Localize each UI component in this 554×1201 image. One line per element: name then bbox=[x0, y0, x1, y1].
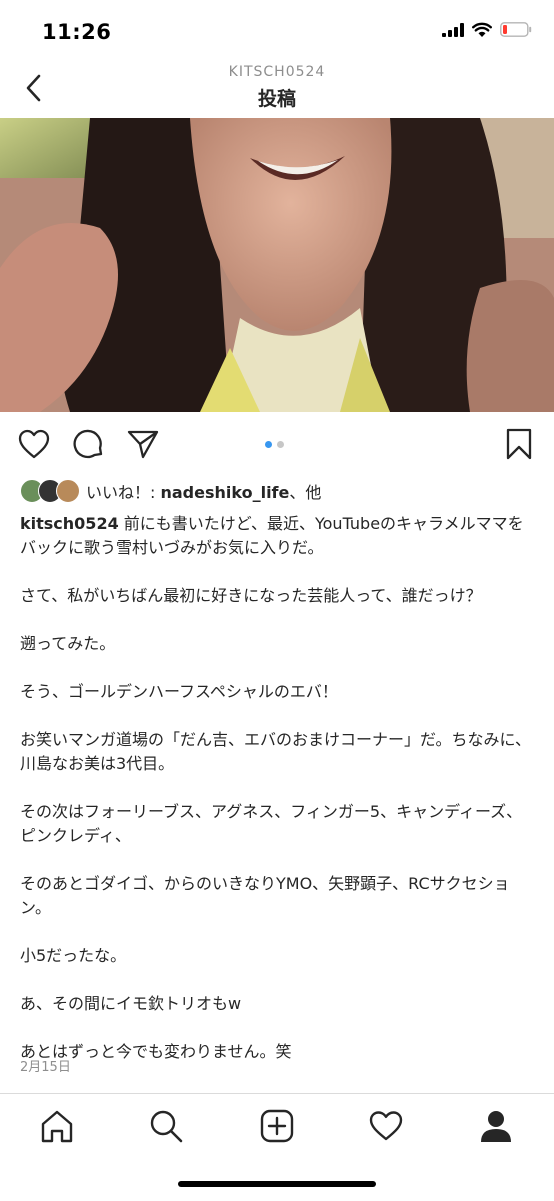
post-action-bar bbox=[0, 424, 554, 468]
status-bar: 11:26 bbox=[0, 0, 554, 60]
carousel-dot-active bbox=[265, 441, 272, 448]
caption-username[interactable]: kitsch0524 bbox=[20, 514, 119, 533]
tab-home[interactable] bbox=[37, 1106, 77, 1146]
likes-text: いいね！: nadeshiko_life、他 bbox=[86, 479, 321, 503]
likes-row[interactable]: いいね！: nadeshiko_life、他 bbox=[20, 478, 321, 504]
tab-new-post[interactable] bbox=[257, 1106, 297, 1146]
battery-icon bbox=[500, 22, 532, 37]
tab-search[interactable] bbox=[146, 1106, 186, 1146]
wifi-icon bbox=[472, 22, 492, 37]
bookmark-icon bbox=[506, 428, 532, 460]
liker-username[interactable]: nadeshiko_life bbox=[160, 483, 289, 502]
home-icon bbox=[41, 1110, 73, 1143]
post-photo-illustration bbox=[0, 118, 554, 412]
liker-avatars bbox=[20, 479, 82, 503]
profile-icon bbox=[481, 1111, 511, 1142]
likes-prefix: いいね！: bbox=[86, 483, 161, 502]
comment-button[interactable] bbox=[71, 424, 107, 464]
add-post-icon bbox=[260, 1109, 294, 1143]
likes-suffix[interactable]: 、他 bbox=[289, 483, 321, 502]
comment-icon bbox=[73, 429, 103, 459]
carousel-dot bbox=[277, 441, 284, 448]
tab-activity[interactable] bbox=[366, 1106, 406, 1146]
share-button[interactable] bbox=[125, 424, 161, 464]
like-button[interactable] bbox=[16, 424, 52, 464]
save-button[interactable] bbox=[501, 424, 537, 464]
activity-heart-icon bbox=[369, 1111, 403, 1141]
carousel-indicator bbox=[265, 441, 284, 448]
post-date: 2月15日 bbox=[20, 1060, 71, 1075]
post-photo[interactable] bbox=[0, 118, 554, 412]
tab-profile[interactable] bbox=[476, 1106, 516, 1146]
post-caption: kitsch0524 前にも書いたけど、最近、YouTubeのキャラメルママをバ… bbox=[20, 512, 536, 1064]
search-icon bbox=[150, 1110, 183, 1143]
page-title: 投稿 bbox=[257, 88, 296, 110]
caption-text: 前にも書いたけど、最近、YouTubeのキャラメルママをバックに歌う雪村いづみが… bbox=[20, 514, 532, 1061]
share-icon bbox=[127, 430, 159, 459]
home-indicator[interactable] bbox=[178, 1181, 376, 1187]
status-time: 11:26 bbox=[42, 20, 112, 44]
avatar bbox=[56, 479, 80, 503]
signal-icon bbox=[442, 22, 464, 37]
heart-icon bbox=[18, 429, 50, 459]
header-username[interactable]: KITSCH0524 bbox=[0, 64, 554, 80]
nav-header: KITSCH0524 投稿 bbox=[0, 60, 554, 118]
status-icons bbox=[442, 22, 532, 37]
